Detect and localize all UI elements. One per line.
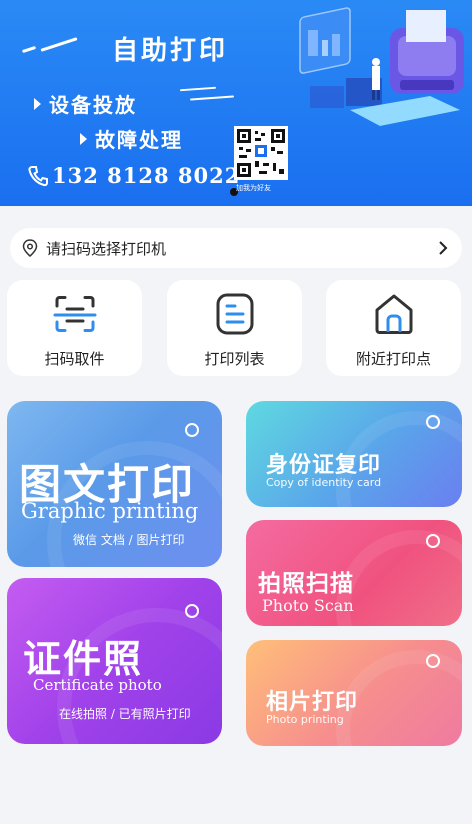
photo-print-card[interactable]: 相片打印 Photo printing: [246, 640, 462, 746]
id-card-copy-title: 身份证复印: [266, 453, 382, 478]
nearby-printers-label: 附近打印点: [355, 350, 431, 368]
promo-banner[interactable]: 自助打印 设备投放 故障处理 132 8128 8022 加我为好友: [0, 0, 472, 206]
radio-indicator: [426, 654, 440, 668]
phone-icon: [28, 165, 48, 186]
decor-lines: [179, 86, 235, 106]
decor-swirl: [336, 530, 462, 626]
graphic-print-card[interactable]: 图文打印 Graphic printing 微信 文档 / 图片打印: [7, 401, 222, 567]
scan-icon: [53, 296, 96, 332]
decor-slash: [40, 37, 78, 52]
print-list-label: 打印列表: [204, 350, 265, 368]
photo-scan-card[interactable]: 拍照扫描 Photo Scan: [246, 520, 462, 626]
banner-title: 自助打印: [112, 36, 229, 66]
radio-indicator: [185, 423, 199, 437]
printer-select-bar[interactable]: 请扫码选择打印机: [10, 228, 462, 268]
home-icon: [375, 294, 412, 334]
photo-scan-subtitle-en: Photo Scan: [262, 596, 354, 615]
banner-phone: 132 8128 8022: [28, 163, 240, 188]
qr-code: [234, 126, 288, 180]
chevron-right-icon: [439, 241, 448, 255]
id-photo-title: 证件照: [23, 636, 144, 681]
id-photo-subtitle-en: Certificate photo: [33, 676, 162, 694]
id-card-copy-card[interactable]: 身份证复印 Copy of identity card: [246, 401, 462, 507]
scan-pickup-label: 扫码取件: [44, 350, 105, 368]
photo-print-title: 相片打印: [266, 690, 359, 715]
radio-indicator: [185, 604, 199, 618]
nearby-printers-button[interactable]: 附近打印点: [326, 280, 461, 376]
radio-indicator: [426, 534, 440, 548]
graphic-print-subtitle-en: Graphic printing: [21, 499, 199, 523]
scan-pickup-button[interactable]: 扫码取件: [7, 280, 142, 376]
photo-scan-title: 拍照扫描: [258, 570, 354, 597]
printer-select-label: 请扫码选择打印机: [46, 239, 167, 258]
print-list-button[interactable]: 打印列表: [167, 280, 302, 376]
decor-slash: [21, 45, 37, 54]
printer-illustration: [299, 7, 464, 126]
banner-line-2: 故障处理: [80, 124, 183, 153]
radio-indicator: [426, 415, 440, 429]
banner-line-1: 设备投放: [34, 89, 137, 118]
id-photo-note: 在线拍照 / 已有照片打印: [59, 707, 191, 721]
id-card-copy-subtitle-en: Copy of identity card: [266, 476, 382, 489]
list-doc-icon: [216, 293, 253, 335]
qr-caption: 加我为好友: [236, 184, 271, 192]
photo-print-subtitle-en: Photo printing: [266, 713, 344, 726]
id-photo-card[interactable]: 证件照 Certificate photo 在线拍照 / 已有照片打印: [7, 578, 222, 744]
graphic-print-note: 微信 文档 / 图片打印: [73, 533, 185, 547]
location-pin-icon: [22, 239, 38, 257]
